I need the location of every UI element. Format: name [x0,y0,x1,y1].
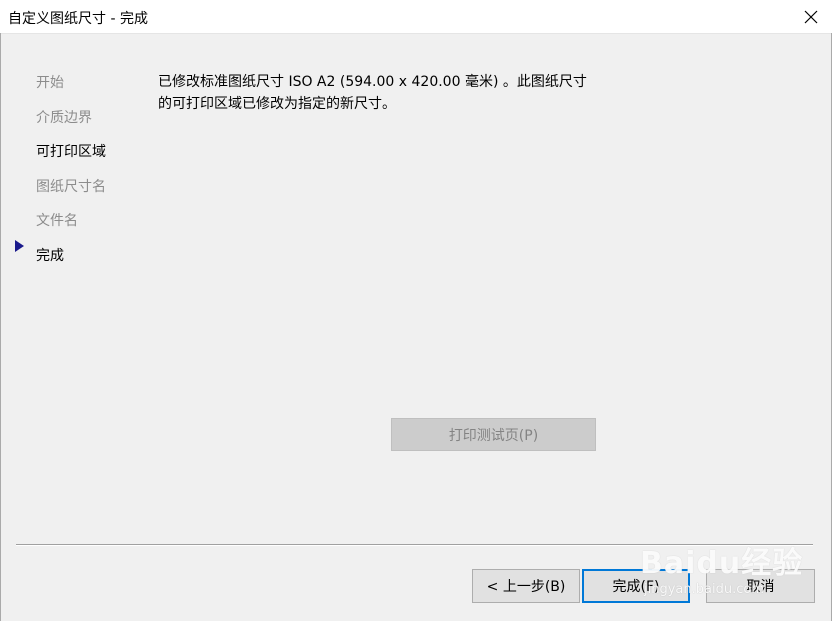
title-bar: 自定义图纸尺寸 - 完成 [0,0,832,34]
message-line-1: 已修改标准图纸尺寸 ISO A2 (594.00 x 420.00 毫米) 。此… [158,74,587,90]
custom-paper-size-dialog: 自定义图纸尺寸 - 完成 开始 介质边界 可打印区域 图纸尺寸名 文件名 完成 … [0,0,832,621]
step-media-bounds: 介质边界 [36,110,92,126]
window-left-border [0,33,1,621]
cancel-button[interactable]: 取消 [706,569,815,603]
window-title: 自定义图纸尺寸 - 完成 [8,11,148,27]
close-icon[interactable] [798,4,824,30]
completion-message: 已修改标准图纸尺寸 ISO A2 (594.00 x 420.00 毫米) 。此… [158,71,628,115]
step-printable-area: 可打印区域 [36,144,106,160]
back-button[interactable]: < 上一步(B) [472,569,580,603]
finish-button[interactable]: 完成(F) [582,569,690,603]
step-paper-size-name: 图纸尺寸名 [36,179,106,195]
message-line-2: 的可打印区域已修改为指定的新尺寸。 [158,96,396,112]
step-start: 开始 [36,75,64,91]
step-finish: 完成 [36,248,64,264]
current-step-arrow-icon [15,240,24,252]
step-file-name: 文件名 [36,213,78,229]
print-test-page-button[interactable]: 打印测试页(P) [391,418,596,451]
footer-separator-highlight [16,545,813,546]
